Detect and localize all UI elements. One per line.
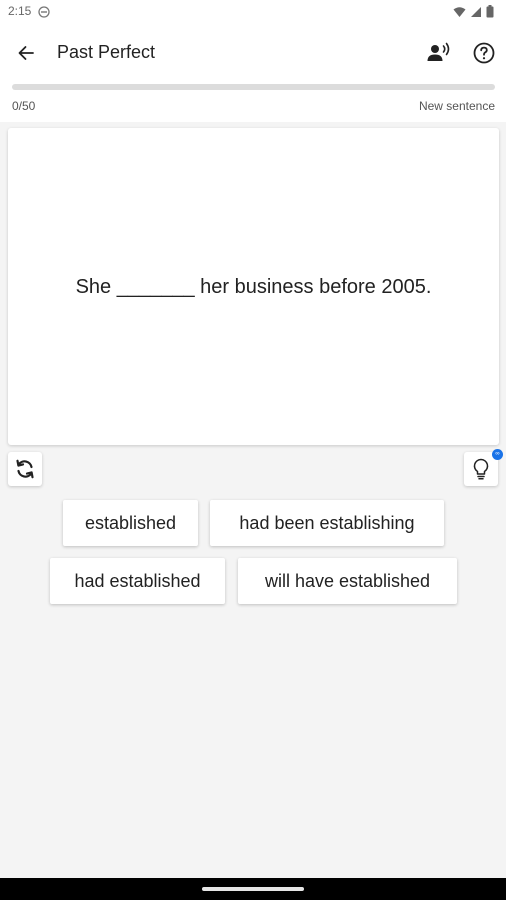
help-circle-icon xyxy=(473,42,495,64)
help-button[interactable] xyxy=(472,41,496,65)
hint-count-badge: ∞ xyxy=(492,449,503,460)
option-had-been-establishing[interactable]: had been establishing xyxy=(210,500,444,546)
progress-bar xyxy=(12,84,495,90)
voice-icon xyxy=(427,42,450,61)
do-not-disturb-icon xyxy=(38,5,50,18)
refresh-icon xyxy=(16,459,34,479)
option-will-have-established[interactable]: will have established xyxy=(238,558,457,604)
option-had-established[interactable]: had established xyxy=(50,558,225,604)
battery-icon xyxy=(486,5,494,23)
status-time: 2:15 xyxy=(8,4,32,18)
signal-icon xyxy=(470,5,482,23)
progress-count: 0/50 xyxy=(12,99,36,113)
sentence-card: She _______ her business before 2005. xyxy=(8,128,499,445)
sentence-text: She _______ her business before 2005. xyxy=(75,276,432,298)
status-bar: 2:15 xyxy=(0,0,506,24)
app-bar: Past Perfect xyxy=(0,24,506,82)
new-sentence-button[interactable]: New sentence xyxy=(419,99,495,113)
listen-button[interactable] xyxy=(426,41,452,65)
page-title: Past Perfect xyxy=(57,42,156,62)
refresh-button[interactable] xyxy=(8,452,42,486)
home-indicator[interactable] xyxy=(202,887,304,891)
status-icons xyxy=(453,5,494,23)
progress-section: 0/50 New sentence xyxy=(0,82,506,122)
back-button[interactable] xyxy=(14,41,38,65)
arrow-left-icon xyxy=(18,46,34,60)
wifi-icon xyxy=(453,5,466,23)
navigation-bar xyxy=(0,878,506,900)
lightbulb-icon xyxy=(473,458,489,480)
option-established[interactable]: established xyxy=(63,500,198,546)
